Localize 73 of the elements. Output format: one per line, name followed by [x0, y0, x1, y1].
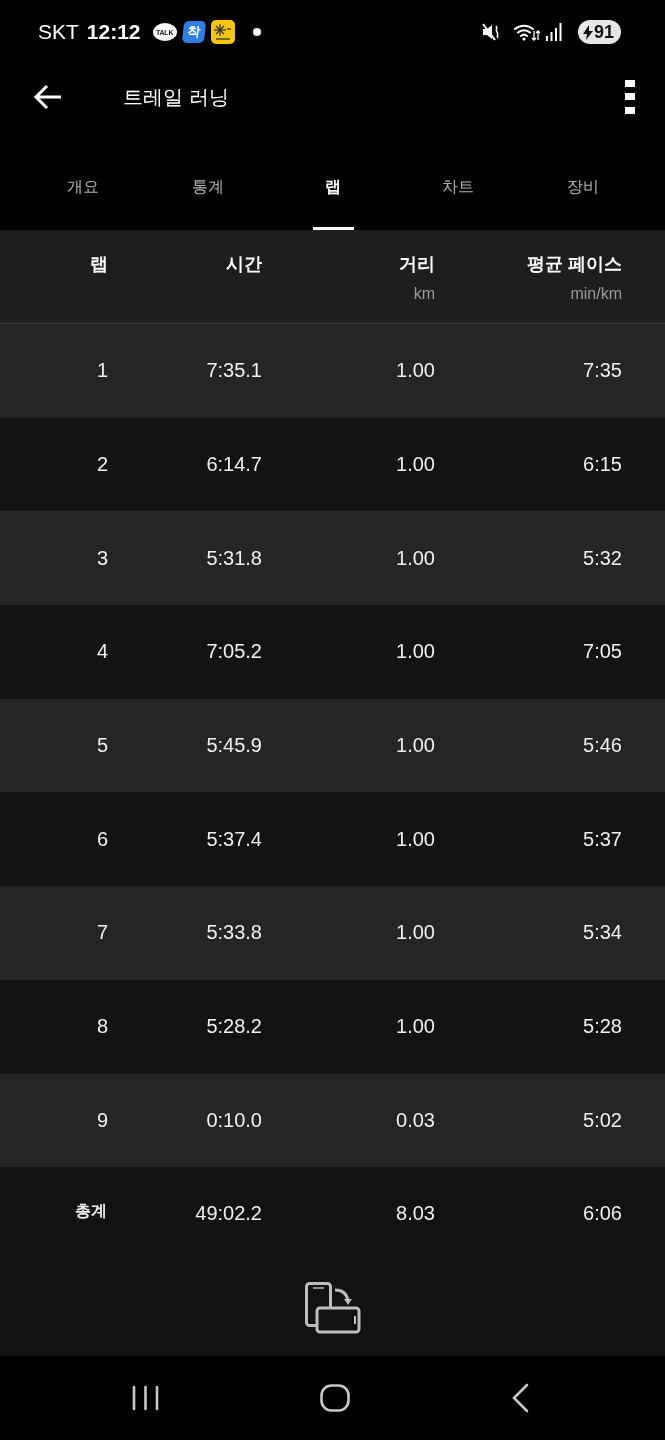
- column-header: 시간: [226, 253, 262, 276]
- tab[interactable]: 개요: [20, 150, 145, 230]
- signal-icon: [545, 23, 562, 41]
- table-cell: 7:05: [583, 640, 622, 664]
- table-cell: 1.00: [396, 546, 435, 570]
- table-cell: 5:02: [583, 1108, 622, 1132]
- app-notification-badge: 착: [181, 21, 206, 43]
- table-cell: 9: [96, 1108, 108, 1132]
- table-cell: 6:14.7: [206, 453, 262, 477]
- table-cell: 7:35.1: [206, 359, 262, 383]
- total-cell: 6:06: [583, 1202, 622, 1226]
- total-cell: 8.03: [396, 1202, 435, 1226]
- table-cell: 6: [96, 827, 108, 851]
- rotate-screen-button[interactable]: [304, 1282, 361, 1335]
- table-cell: 5:45.9: [206, 734, 262, 758]
- home-button[interactable]: [320, 1384, 350, 1413]
- wifi-icon: [513, 22, 540, 42]
- table-cell: 7:05.2: [206, 640, 262, 664]
- table-cell: 5:33.8: [206, 921, 262, 945]
- total-cell: 49:02.2: [195, 1202, 262, 1226]
- table-cell: 1.00: [396, 359, 435, 383]
- back-arrow-icon: [33, 84, 63, 110]
- table-cell: 1: [96, 359, 108, 383]
- table-cell: 5:31.8: [206, 546, 262, 570]
- table-cell: 5:34: [583, 921, 622, 945]
- table-cell: 4: [96, 640, 108, 664]
- back-chevron-icon: [511, 1383, 529, 1414]
- table-cell: 3: [96, 546, 108, 570]
- screen-title: 트레일 러닝: [123, 84, 230, 110]
- total-label: 총계: [75, 1201, 107, 1222]
- table-cell: 5:46: [583, 734, 622, 758]
- rotate-phone-icon: [304, 1282, 361, 1335]
- more-options-button[interactable]: [625, 80, 635, 114]
- back-nav-button[interactable]: [511, 1383, 529, 1414]
- back-button[interactable]: [33, 84, 63, 110]
- table-cell: 5:37: [583, 827, 622, 851]
- table-cell: 7:35: [583, 359, 622, 383]
- column-header: 랩: [90, 253, 108, 276]
- table-cell: 5:37.4: [206, 827, 262, 851]
- tab[interactable]: 통계: [145, 150, 270, 230]
- table-cell: 1.00: [396, 453, 435, 477]
- more-notifications-dot-icon: [252, 28, 261, 36]
- status-time: 12:12: [86, 20, 141, 44]
- battery-level: 91: [593, 21, 614, 43]
- column-header: 평균 페이스: [527, 253, 622, 276]
- table-cell: 0.03: [396, 1108, 435, 1132]
- table-cell: 8: [96, 1015, 108, 1039]
- table-cell: 1.00: [396, 734, 435, 758]
- tab[interactable]: 랩: [270, 150, 395, 230]
- table-cell: 1.00: [396, 921, 435, 945]
- table-cell: 1.00: [396, 827, 435, 851]
- tab[interactable]: 차트: [395, 150, 520, 230]
- table-cell: 6:15: [583, 453, 622, 477]
- unit-label: min/km: [570, 285, 622, 303]
- table-cell: 5:28.2: [206, 1015, 262, 1039]
- table-cell: 1.00: [396, 640, 435, 664]
- table-cell: 5:32: [583, 546, 622, 570]
- carrier-name: SKT: [38, 20, 79, 44]
- table-cell: 2: [96, 453, 108, 477]
- bolt-icon: [582, 24, 593, 40]
- table-cell: 5:28: [583, 1015, 622, 1039]
- recent-apps-icon: [132, 1385, 159, 1412]
- tab[interactable]: 장비: [520, 150, 645, 230]
- sun-app-icon: [210, 20, 235, 44]
- unit-label: km: [413, 285, 435, 303]
- table-cell: 1.00: [396, 1015, 435, 1039]
- recent-apps-button[interactable]: [132, 1385, 159, 1412]
- home-icon: [320, 1384, 350, 1413]
- table-cell: 7: [96, 921, 108, 945]
- kebab-menu-icon: [625, 80, 635, 114]
- table-cell: 0:10.0: [206, 1108, 262, 1132]
- table-cell: 5: [96, 734, 108, 758]
- column-header: 거리: [399, 253, 435, 276]
